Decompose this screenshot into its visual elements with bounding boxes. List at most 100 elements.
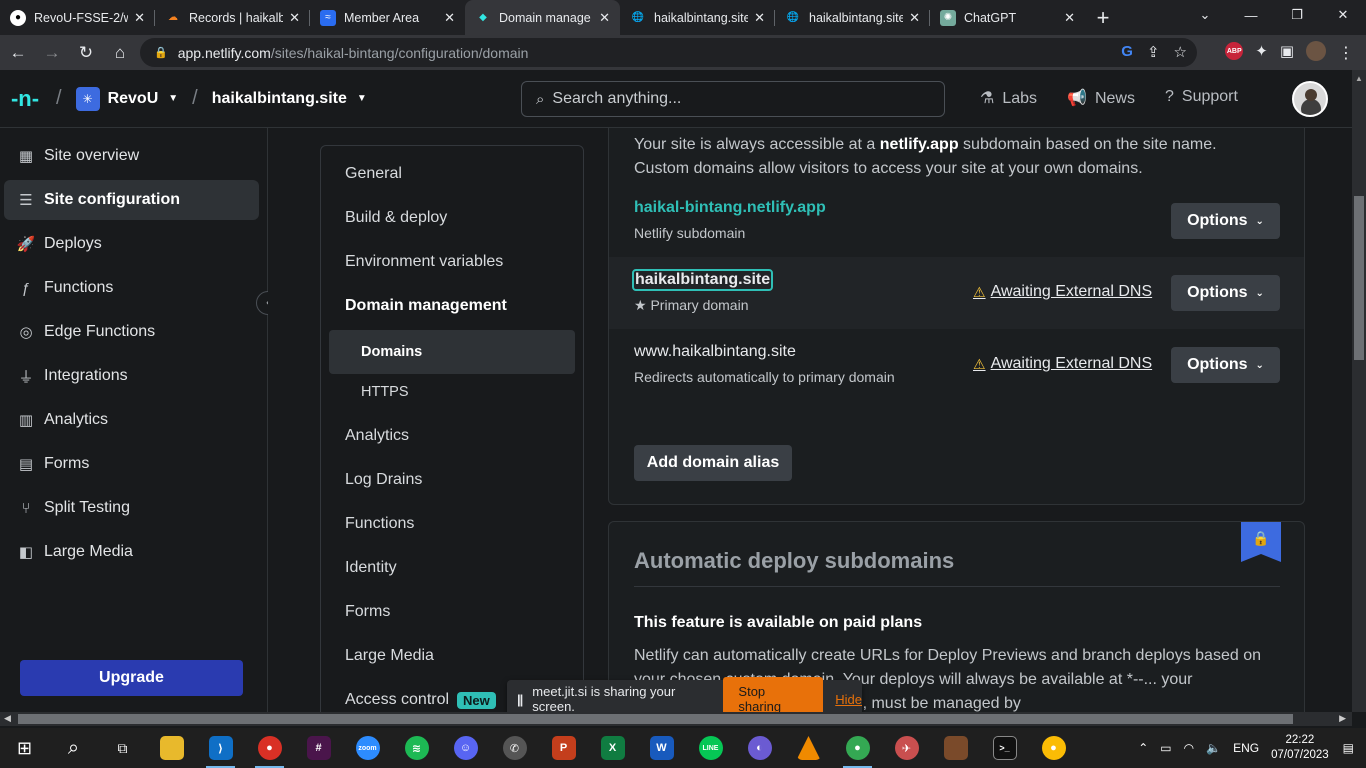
search-input[interactable]: ⌕ Search anything... xyxy=(521,81,945,117)
subnav-general[interactable]: General xyxy=(321,152,583,196)
slack-icon[interactable]: # xyxy=(294,728,343,768)
sidebar-item-integrations[interactable]: ⏚ Integrations xyxy=(4,356,259,396)
powerpoint-icon[interactable]: P xyxy=(539,728,588,768)
user-avatar[interactable] xyxy=(1292,81,1328,117)
adblock-icon[interactable]: ABP xyxy=(1225,42,1244,60)
options-button[interactable]: Options ⌄ xyxy=(1171,203,1280,239)
hide-link[interactable]: Hide xyxy=(835,692,862,707)
site-switcher[interactable]: haikalbintang.site ▼ xyxy=(212,90,367,108)
spotify-icon[interactable]: ≋ xyxy=(392,728,441,768)
browser-tab-active[interactable]: ◆ Domain manage ✕ xyxy=(465,0,620,35)
back-icon[interactable]: ← xyxy=(2,37,34,69)
sidebar-item-edge-functions[interactable]: ◎ Edge Functions xyxy=(4,312,259,352)
clock[interactable]: 22:22 07/07/2023 xyxy=(1271,733,1329,763)
close-window-icon[interactable]: ✕ xyxy=(1320,0,1366,30)
vscode-icon[interactable]: ⟩ xyxy=(196,728,245,768)
game-icon[interactable] xyxy=(931,728,980,768)
sidebar-item-site-configuration[interactable]: ☰ Site configuration xyxy=(4,180,259,220)
scroll-thumb[interactable] xyxy=(1354,196,1364,360)
close-icon[interactable]: ✕ xyxy=(1064,10,1075,26)
sidebar-item-large-media[interactable]: ◧ Large Media xyxy=(4,532,259,572)
reload-icon[interactable]: ↻ xyxy=(70,37,102,69)
domain-name-link[interactable]: haikalbintang.site xyxy=(632,269,774,291)
chrome-icon[interactable]: ● xyxy=(245,728,294,768)
word-icon[interactable]: W xyxy=(637,728,686,768)
vertical-scrollbar[interactable]: ▲ xyxy=(1352,70,1366,712)
support-link[interactable]: ? Support xyxy=(1165,88,1238,108)
close-icon[interactable]: ✕ xyxy=(134,10,145,26)
excel-icon[interactable]: X xyxy=(588,728,637,768)
zoom-icon[interactable]: zoom xyxy=(343,728,392,768)
file-explorer-icon[interactable] xyxy=(147,728,196,768)
browser-tab[interactable]: ☁ Records | haikalb ✕ xyxy=(155,0,310,35)
subnav-log-drains[interactable]: Log Drains xyxy=(321,458,583,502)
scroll-right-icon[interactable]: ▶ xyxy=(1339,713,1346,724)
new-tab-button[interactable]: + xyxy=(1085,0,1121,35)
tab-search-icon[interactable]: ⌄ xyxy=(1182,0,1228,30)
browser-tab[interactable]: ● RevoU-FSSE-2/w ✕ xyxy=(0,0,155,35)
minimize-icon[interactable]: — xyxy=(1228,0,1274,30)
sidebar-item-functions[interactable]: ƒ Functions xyxy=(4,268,259,308)
sidebar-item-deploys[interactable]: 🚀 Deploys xyxy=(4,224,259,264)
line-icon[interactable]: LINE xyxy=(686,728,735,768)
subnav-identity[interactable]: Identity xyxy=(321,546,583,590)
forward-icon[interactable]: → xyxy=(36,37,68,69)
horizontal-scrollbar[interactable]: ◀ ▶ xyxy=(0,712,1352,726)
terminal-icon[interactable]: >_ xyxy=(980,728,1029,768)
subnav-domains[interactable]: Domains xyxy=(329,330,575,374)
sidebar-item-site-overview[interactable]: ▦ Site overview xyxy=(4,136,259,176)
subnav-domain-management[interactable]: Domain management xyxy=(321,284,583,328)
browser-tab[interactable]: 🌐 haikalbintang.site ✕ xyxy=(620,0,775,35)
close-icon[interactable]: ✕ xyxy=(909,10,920,26)
subnav-forms[interactable]: Forms xyxy=(321,590,583,634)
domain-name-link[interactable]: haikal-bintang.netlify.app xyxy=(634,199,826,217)
volume-icon[interactable]: 🔈 xyxy=(1206,741,1221,755)
windows-start-icon[interactable]: ⊞ xyxy=(0,728,49,768)
options-button[interactable]: Options ⌄ xyxy=(1171,275,1280,311)
subnav-large-media[interactable]: Large Media xyxy=(321,634,583,678)
browser-tab[interactable]: ✺ ChatGPT ✕ xyxy=(930,0,1085,35)
vlc-icon[interactable] xyxy=(784,728,833,768)
app-icon[interactable]: ◐ xyxy=(735,728,784,768)
sidepanel-icon[interactable]: ▣ xyxy=(1280,42,1294,60)
subnav-functions[interactable]: Functions xyxy=(321,502,583,546)
netlify-logo-icon[interactable]: -n- xyxy=(8,84,42,114)
subnav-environment-variables[interactable]: Environment variables xyxy=(321,240,583,284)
task-view-icon[interactable]: ⧉ xyxy=(98,728,147,768)
share-icon[interactable]: ⇪ xyxy=(1147,43,1160,61)
scroll-thumb[interactable] xyxy=(18,714,1293,724)
notifications-icon[interactable]: ▤ xyxy=(1343,741,1354,755)
news-link[interactable]: 📢 News xyxy=(1067,88,1135,108)
awaiting-dns-link[interactable]: ⚠ Awaiting External DNS xyxy=(973,283,1152,301)
profile-avatar[interactable] xyxy=(1306,41,1326,61)
subnav-analytics[interactable]: Analytics xyxy=(321,414,583,458)
chrome-icon[interactable]: ● xyxy=(1029,728,1078,768)
menu-kebab-icon[interactable]: ⋮ xyxy=(1338,43,1354,63)
restore-icon[interactable]: ❐ xyxy=(1274,0,1320,30)
sidebar-item-analytics[interactable]: ▥ Analytics xyxy=(4,400,259,440)
options-button[interactable]: Options ⌄ xyxy=(1171,347,1280,383)
scroll-up-icon[interactable]: ▲ xyxy=(1355,74,1363,83)
address-bar[interactable]: 🔒 app.netlify.com/sites/haikal-bintang/c… xyxy=(140,38,1197,67)
wifi-icon[interactable]: ◠ xyxy=(1184,741,1194,755)
scroll-left-icon[interactable]: ◀ xyxy=(4,713,11,724)
subnav-build-deploy[interactable]: Build & deploy xyxy=(321,196,583,240)
browser-tab[interactable]: ≈ Member Area ✕ xyxy=(310,0,465,35)
close-icon[interactable]: ✕ xyxy=(599,10,610,26)
subnav-https[interactable]: HTTPS xyxy=(321,370,583,414)
close-icon[interactable]: ✕ xyxy=(289,10,300,26)
awaiting-dns-link[interactable]: ⚠ Awaiting External DNS xyxy=(973,355,1152,373)
close-icon[interactable]: ✕ xyxy=(444,10,455,26)
bookmark-star-icon[interactable]: ☆ xyxy=(1174,43,1187,61)
discord-icon[interactable]: ☺ xyxy=(441,728,490,768)
google-icon[interactable]: G xyxy=(1121,43,1133,61)
team-switcher[interactable]: ✳ RevoU ▼ xyxy=(75,86,178,111)
add-domain-alias-button[interactable]: Add domain alias xyxy=(634,445,792,481)
close-icon[interactable]: ✕ xyxy=(754,10,765,26)
upgrade-button[interactable]: Upgrade xyxy=(20,660,243,696)
sidebar-item-split-testing[interactable]: ⑂ Split Testing xyxy=(4,488,259,528)
extensions-icon[interactable]: ✦ xyxy=(1255,42,1268,60)
browser-tab[interactable]: 🌐 haikalbintang.site ✕ xyxy=(775,0,930,35)
home-icon[interactable]: ⌂ xyxy=(104,37,136,69)
app-icon[interactable]: ✈ xyxy=(882,728,931,768)
